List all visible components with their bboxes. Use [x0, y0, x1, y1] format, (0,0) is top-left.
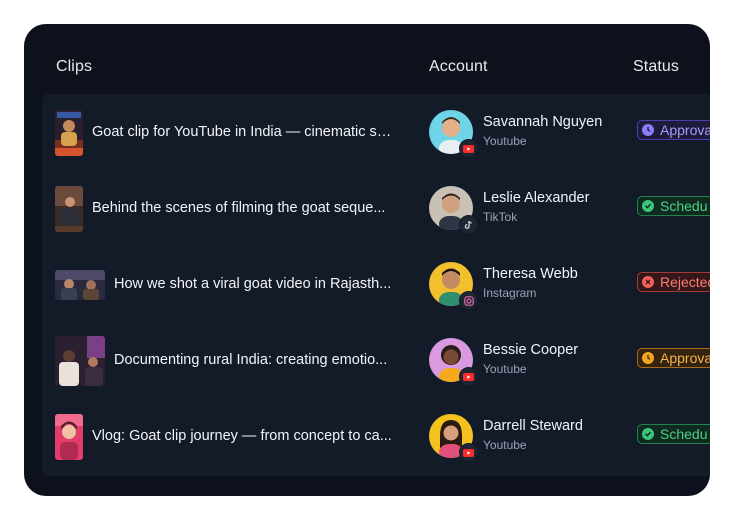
check-icon: [642, 200, 654, 212]
clip-thumbnail[interactable]: [55, 336, 105, 386]
clip-thumbnail[interactable]: [55, 414, 83, 460]
youtube-icon: [459, 367, 478, 386]
clip-thumbnail[interactable]: [55, 270, 105, 300]
account-platform: TikTok: [483, 210, 518, 224]
clip-title[interactable]: Documenting rural India: creating emotio…: [114, 352, 392, 368]
tiktok-icon: [459, 215, 478, 234]
column-header-clips[interactable]: Clips: [56, 58, 92, 76]
account-platform: Instagram: [483, 286, 537, 300]
status-badge[interactable]: Approva: [637, 348, 710, 368]
account-name: Theresa Webb: [483, 266, 578, 282]
clip-title[interactable]: Behind the scenes of filming the goat se…: [92, 200, 392, 216]
account-platform: Youtube: [483, 438, 527, 452]
table-row[interactable]: Vlog: Goat clip journey — from concept t…: [42, 398, 710, 474]
account-name: Savannah Nguyen: [483, 114, 603, 130]
clip-title[interactable]: Goat clip for YouTube in India — cinemat…: [92, 124, 392, 140]
status-label: Approva: [660, 350, 710, 366]
clock-icon: [642, 124, 654, 136]
column-header-account[interactable]: Account: [429, 58, 488, 76]
clip-thumbnail[interactable]: [55, 110, 83, 156]
account-name: Darrell Steward: [483, 418, 583, 434]
account-name: Bessie Cooper: [483, 342, 579, 358]
status-label: Schedu: [660, 198, 708, 214]
account-platform: Youtube: [483, 134, 527, 148]
check-icon: [642, 428, 654, 440]
status-badge[interactable]: Approva: [637, 120, 710, 140]
table-header: Clips Account Status: [24, 24, 710, 94]
status-badge[interactable]: Rejected: [637, 272, 710, 292]
table-row[interactable]: Documenting rural India: creating emotio…: [42, 322, 710, 398]
clip-title[interactable]: Vlog: Goat clip journey — from concept t…: [92, 428, 392, 444]
clip-thumbnail[interactable]: [55, 186, 83, 232]
account-name: Leslie Alexander: [483, 190, 590, 206]
youtube-icon: [459, 139, 478, 158]
table-body: Goat clip for YouTube in India — cinemat…: [42, 94, 710, 476]
table-row[interactable]: Goat clip for YouTube in India — cinemat…: [42, 94, 710, 170]
status-badge[interactable]: Schedu: [637, 196, 710, 216]
table-row[interactable]: Behind the scenes of filming the goat se…: [42, 170, 710, 246]
column-header-status[interactable]: Status: [633, 58, 679, 76]
status-label: Approva: [660, 122, 710, 138]
status-label: Rejected: [660, 274, 710, 290]
clock-icon: [642, 352, 654, 364]
account-platform: Youtube: [483, 362, 527, 376]
clip-title[interactable]: How we shot a viral goat video in Rajast…: [114, 276, 392, 292]
youtube-icon: [459, 443, 478, 462]
status-badge[interactable]: Schedu: [637, 424, 710, 444]
table-row[interactable]: How we shot a viral goat video in Rajast…: [42, 246, 710, 322]
status-label: Schedu: [660, 426, 708, 442]
clips-table-card: Clips Account Status Goat clip for YouTu…: [24, 24, 710, 496]
instagram-icon: [459, 291, 478, 310]
close-icon: [642, 276, 654, 288]
